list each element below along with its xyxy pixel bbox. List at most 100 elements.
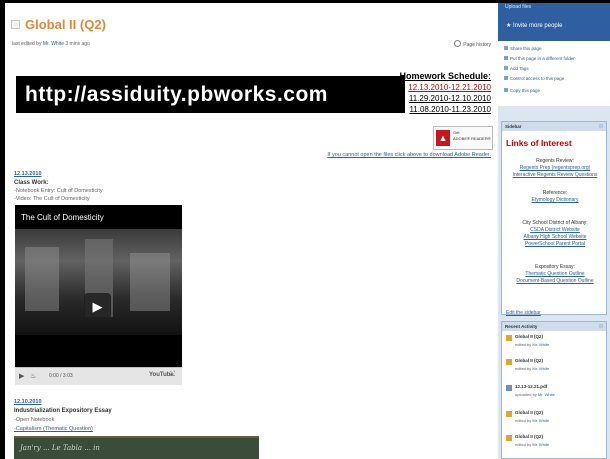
entry-line: -Open Notebook: [14, 417, 55, 423]
sidebar-group-heading: Reference:: [542, 190, 568, 196]
activity-action: edited by: [515, 366, 532, 371]
sidebar-link[interactable]: Albany High School Website: [502, 234, 608, 241]
volume-icon[interactable]: ♨: [30, 372, 36, 380]
sidebar-top-strip: Upload files ★ Invite more people: [498, 3, 610, 41]
page-icon: [11, 20, 20, 29]
links-of-interest-title: Links of Interest: [506, 138, 572, 148]
activity-user[interactable]: Mr. White: [532, 342, 549, 347]
page-edit-icon: [506, 411, 512, 417]
thumbnail-figure: [130, 253, 170, 311]
main-content: Global II (Q2) last edited by Mr. White …: [5, 3, 498, 459]
entry-line: -Notebook Entry: Cult of Domesticity: [14, 188, 103, 194]
adobe-download-link[interactable]: If you cannot open the files click above…: [327, 152, 491, 158]
sidebar-link[interactable]: Etymology Dictionary: [502, 197, 608, 204]
activity-item[interactable]: Global II (Q2) edited by Mr. White: [506, 434, 606, 454]
activity-user[interactable]: Mr. White: [538, 392, 555, 397]
access-label: Control access to this page: [510, 76, 565, 81]
copy-icon: [504, 88, 508, 92]
activity-action: edited by: [515, 442, 532, 447]
activity-user[interactable]: Mr. White: [532, 366, 549, 371]
page-history-link[interactable]: Page history: [454, 40, 491, 48]
sidebar-group-heading: City School District of Albany:: [522, 220, 588, 226]
copy-page-link[interactable]: Copy this page: [504, 88, 540, 93]
activity-title[interactable]: Global II (Q2): [515, 358, 543, 363]
activity-user[interactable]: Mr. White: [532, 442, 549, 447]
sidebar-panel-header: Sidebar: [502, 122, 606, 131]
share-label: Share this page: [510, 46, 542, 51]
fullscreen-icon[interactable]: ⛶: [170, 371, 175, 379]
invite-people-link[interactable]: ★ Invite more people: [506, 22, 562, 29]
invite-label: Invite more people: [513, 23, 563, 29]
video-title: The Cult of Domesticity: [21, 213, 104, 222]
activity-title[interactable]: Global II (Q2): [515, 410, 543, 415]
adobe-logo-icon: ▲: [436, 130, 450, 146]
sidebar-link[interactable]: Regents Prep (regentsprep.org): [502, 165, 608, 172]
sidebar-link[interactable]: Interactive Regents Review Questions: [502, 172, 608, 179]
adobe-badge-text: Get ADOBE® READER®: [453, 130, 491, 142]
entry-link[interactable]: -Capitalism (Thematic Question): [14, 426, 93, 432]
activity-item[interactable]: Global II (Q2) edited by Mr. White: [506, 410, 606, 430]
video-time: 0:00 / 3:03: [49, 373, 73, 379]
activity-item[interactable]: 12.13-12.21.pdf uploaded by Mr. White: [506, 384, 606, 404]
sidebar-group-heading: Regents Review:: [536, 158, 574, 164]
sidebar-link[interactable]: CSDA District Website: [502, 227, 608, 234]
activity-meta: edited by Mr. White: [515, 366, 549, 371]
homework-link-current[interactable]: 12.13.2010-12.21.2010: [399, 82, 491, 93]
add-tags-link[interactable]: Add Tags: [504, 66, 529, 71]
activity-meta: uploaded by Mr. White: [515, 392, 555, 397]
sidebar-link[interactable]: PowerSchool Parent Portal: [502, 241, 608, 248]
entry-heading: Industrialization Expository Essay: [14, 408, 112, 414]
recent-activity-label: Recent Activity: [505, 324, 538, 329]
play-icon[interactable]: ▶: [19, 372, 24, 380]
sidebar-panel: Sidebar Links of Interest Regents Review…: [501, 121, 608, 316]
activity-action: uploaded by: [515, 392, 537, 397]
edited-by-link[interactable]: Mr. White: [43, 41, 64, 47]
move-label: Put this page in a different folder: [510, 56, 575, 61]
chalkboard-text: Jan'ry ... Le Tabla ... in: [20, 444, 100, 452]
activity-item[interactable]: Global II (Q2) edited by Mr. White: [506, 358, 606, 378]
screenshot-frame: Global II (Q2) last edited by Mr. White …: [5, 3, 610, 459]
move-page-link[interactable]: Put this page in a different folder: [504, 56, 575, 61]
homework-link[interactable]: 11.29.2010-12.10.2010: [399, 93, 491, 104]
page-title: Global II (Q2): [25, 17, 106, 32]
entry-date-link[interactable]: 12.10.2010: [14, 399, 42, 405]
play-overlay-icon[interactable]: ▶: [84, 293, 111, 320]
page-history-label: Page history: [463, 42, 491, 48]
collapse-icon[interactable]: [599, 124, 603, 128]
activity-title[interactable]: 12.13-12.21.pdf: [515, 384, 547, 389]
thumbnail-figure: [25, 247, 59, 311]
activity-meta: edited by Mr. White: [515, 342, 549, 347]
adobe-reader-badge[interactable]: ▲ Get ADOBE® READER®: [433, 126, 493, 150]
share-icon: [504, 46, 508, 50]
sidebar-link[interactable]: Thematic Question Outline: [502, 271, 608, 278]
activity-action: edited by: [515, 418, 532, 423]
video-thumbnail: ▶: [15, 229, 182, 335]
page-actions: Share this page Put this page in a diffe…: [498, 41, 610, 106]
edited-prefix: last edited by: [12, 41, 42, 47]
activity-title[interactable]: Global II (Q2): [515, 334, 543, 339]
recent-activity-panel: Recent Activity Global II (Q2) edited by…: [501, 321, 607, 459]
activity-meta: edited by Mr. White: [515, 418, 549, 423]
lock-icon: [504, 76, 508, 80]
activity-user[interactable]: Mr. White: [532, 418, 549, 423]
activity-meta: edited by Mr. White: [515, 442, 549, 447]
activity-title[interactable]: Global II (Q2): [515, 434, 543, 439]
video-player[interactable]: The Cult of Domesticity ▶ ▶ ♨ 0:00 / 3:0…: [15, 205, 182, 385]
upload-files-link[interactable]: Upload files: [505, 4, 531, 10]
homework-link[interactable]: 11.08.2010-11.23.2010: [399, 104, 491, 115]
history-icon: [454, 40, 462, 47]
last-edited-line: last edited by Mr. White 3 mins ago: [12, 41, 90, 47]
edited-when: 3 mins ago: [65, 41, 90, 47]
edit-sidebar-link[interactable]: Edit the sidebar: [506, 310, 541, 316]
adobe-badge-line2: ADOBE® READER®: [453, 136, 491, 141]
activity-item[interactable]: Global II (Q2) edited by Mr. White: [506, 334, 606, 354]
page-title-row: Global II (Q2): [11, 17, 106, 32]
sidebar-link[interactable]: Document-Based Question Outline: [502, 278, 608, 285]
collapse-icon[interactable]: [599, 324, 603, 328]
homework-heading: Homework Schedule:: [399, 71, 491, 81]
control-access-link[interactable]: Control access to this page: [504, 76, 564, 81]
activity-action: edited by: [515, 342, 532, 347]
entry-date-link[interactable]: 12.13.2010: [14, 171, 42, 177]
url-banner: http://assiduity.pbworks.com: [16, 76, 405, 113]
share-page-link[interactable]: Share this page: [504, 46, 542, 51]
